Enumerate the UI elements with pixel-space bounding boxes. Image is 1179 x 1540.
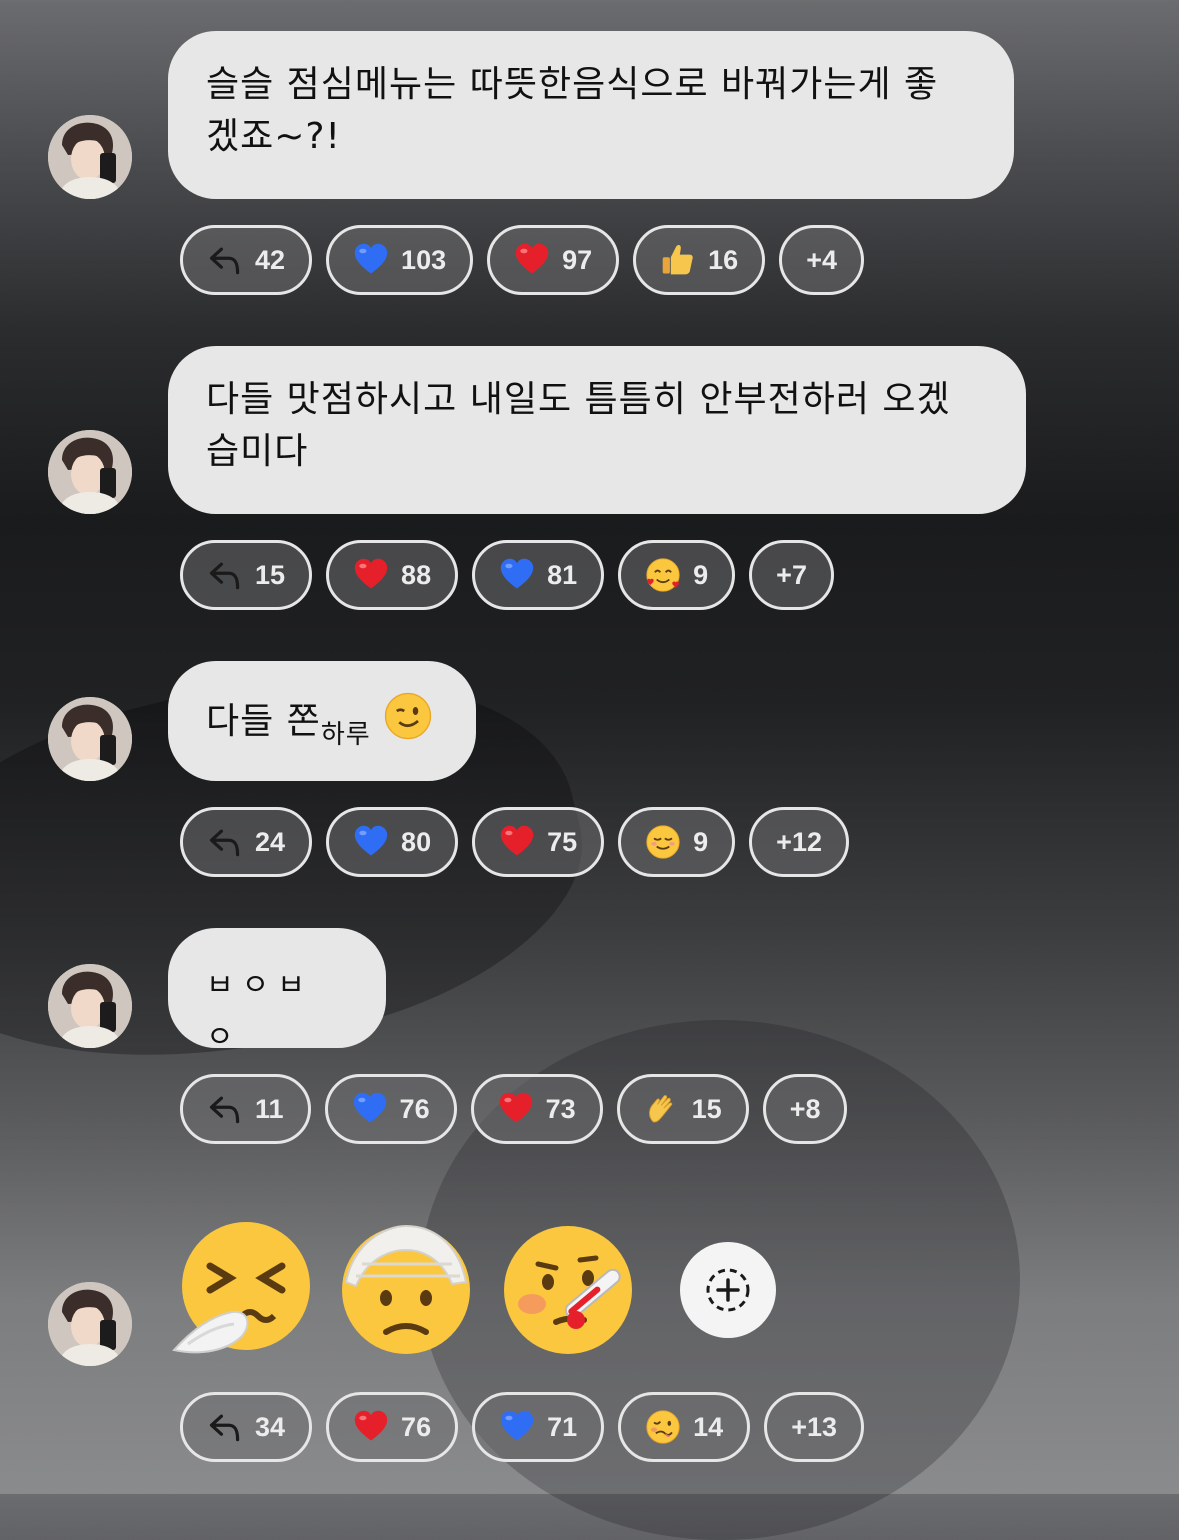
reaction-bar: 24 80 75 9 +12 bbox=[180, 807, 849, 877]
reply-arrow-icon bbox=[207, 557, 243, 593]
reply-arrow-icon bbox=[207, 1091, 243, 1127]
more-reactions-button[interactable]: +12 bbox=[749, 807, 849, 877]
reply-count: 34 bbox=[255, 1411, 286, 1442]
reply-button[interactable]: 42 bbox=[180, 225, 313, 295]
reply-button[interactable]: 24 bbox=[180, 807, 313, 877]
thermometer-face-icon[interactable] bbox=[500, 1220, 640, 1360]
head-bandage-face-icon[interactable] bbox=[336, 1220, 476, 1360]
woozy-face-icon bbox=[645, 1409, 681, 1445]
reaction-waving-hand[interactable]: 15 bbox=[616, 1074, 749, 1144]
more-reactions-button[interactable]: +7 bbox=[749, 540, 834, 610]
reply-button[interactable]: 15 bbox=[180, 540, 313, 610]
red-heart-icon bbox=[514, 242, 550, 278]
message-text: 다들 쫀 bbox=[206, 701, 321, 742]
more-reactions-button[interactable]: +13 bbox=[764, 1392, 864, 1462]
thumbs-up-icon bbox=[660, 242, 696, 278]
red-heart-icon bbox=[498, 1091, 534, 1127]
reaction-blue-heart[interactable]: 103 bbox=[326, 225, 474, 295]
message-text-line: 다들 맛점하시고 내일도 틈틈히 안부전하러 오겠 bbox=[206, 379, 951, 420]
reaction-blue-heart[interactable]: 71 bbox=[472, 1392, 605, 1462]
reaction-count: 73 bbox=[545, 1093, 576, 1124]
avatar[interactable] bbox=[48, 964, 132, 1048]
message-subscript-text: 하루 bbox=[320, 720, 371, 750]
reaction-bar: 42 103 97 16 +4 bbox=[180, 225, 864, 295]
reply-count: 42 bbox=[255, 244, 286, 275]
smiling-face-icon bbox=[645, 824, 681, 860]
reaction-bar: 11 76 73 15 +8 bbox=[180, 1074, 848, 1144]
reaction-count: 80 bbox=[401, 826, 432, 857]
reaction-count: 76 bbox=[401, 1411, 432, 1442]
reaction-red-heart[interactable]: 76 bbox=[326, 1392, 459, 1462]
reply-arrow-icon bbox=[207, 1409, 243, 1445]
more-reactions-button[interactable]: +8 bbox=[762, 1074, 848, 1144]
avatar[interactable] bbox=[48, 115, 132, 199]
message-text-line: 습미다 bbox=[206, 431, 309, 472]
avatar[interactable] bbox=[48, 1282, 132, 1366]
reaction-count: 14 bbox=[693, 1411, 724, 1442]
blue-heart-icon bbox=[352, 1091, 388, 1127]
message-text-line: 겠죠~?! bbox=[206, 116, 341, 157]
add-reaction-button[interactable] bbox=[680, 1242, 776, 1338]
reaction-count: 81 bbox=[547, 559, 578, 590]
reaction-count: 103 bbox=[401, 244, 447, 275]
reply-arrow-icon bbox=[207, 824, 243, 860]
message-bubble[interactable]: 다들 쫀하루 bbox=[168, 661, 476, 781]
reaction-woozy-face[interactable]: 14 bbox=[618, 1392, 751, 1462]
reaction-red-heart[interactable]: 73 bbox=[470, 1074, 603, 1144]
blue-heart-icon bbox=[499, 1409, 535, 1445]
reaction-count: 9 bbox=[693, 559, 709, 590]
reaction-count: 75 bbox=[547, 826, 578, 857]
more-reactions-count: +8 bbox=[789, 1093, 821, 1124]
winking-face-icon bbox=[383, 691, 433, 741]
message-text-line: 슬슬 점심메뉴는 따뜻한음식으로 바꿔가는게 좋 bbox=[206, 64, 939, 105]
reaction-count: 16 bbox=[708, 244, 739, 275]
message-bubble[interactable]: 다들 맛점하시고 내일도 틈틈히 안부전하러 오겠 습미다 bbox=[168, 346, 1026, 514]
more-reactions-count: +4 bbox=[806, 244, 837, 275]
reaction-red-heart[interactable]: 75 bbox=[472, 807, 605, 877]
message-text: ㅂㅇㅂㅇ bbox=[206, 968, 313, 1055]
red-heart-icon bbox=[499, 824, 535, 860]
reply-arrow-icon bbox=[207, 242, 243, 278]
reply-count: 15 bbox=[255, 559, 286, 590]
reply-count: 11 bbox=[255, 1093, 284, 1124]
reaction-bar: 15 88 81 9 +7 bbox=[180, 540, 834, 610]
blue-heart-icon bbox=[353, 242, 389, 278]
reaction-red-heart[interactable]: 88 bbox=[326, 540, 459, 610]
reply-button[interactable]: 11 bbox=[180, 1074, 311, 1144]
reaction-count: 88 bbox=[401, 559, 432, 590]
emoji-message bbox=[172, 1220, 776, 1360]
reaction-blue-heart[interactable]: 80 bbox=[326, 807, 459, 877]
more-reactions-count: +13 bbox=[791, 1411, 837, 1442]
reaction-blue-heart[interactable]: 81 bbox=[472, 540, 605, 610]
reaction-red-heart[interactable]: 97 bbox=[487, 225, 620, 295]
red-heart-icon bbox=[353, 557, 389, 593]
reply-button[interactable]: 34 bbox=[180, 1392, 313, 1462]
reaction-count: 71 bbox=[547, 1411, 578, 1442]
reply-count: 24 bbox=[255, 826, 286, 857]
reaction-blue-heart[interactable]: 76 bbox=[324, 1074, 457, 1144]
avatar[interactable] bbox=[48, 697, 132, 781]
reaction-smiling-face-hearts[interactable]: 9 bbox=[618, 540, 736, 610]
reaction-thumbs-up[interactable]: 16 bbox=[633, 225, 766, 295]
reaction-count: 76 bbox=[399, 1093, 430, 1124]
more-reactions-count: +7 bbox=[776, 559, 807, 590]
add-emoji-icon bbox=[706, 1268, 750, 1312]
message-bubble[interactable]: 슬슬 점심메뉴는 따뜻한음식으로 바꿔가는게 좋 겠죠~?! bbox=[168, 31, 1014, 199]
reaction-count: 15 bbox=[691, 1093, 722, 1124]
reaction-count: 9 bbox=[693, 826, 709, 857]
reaction-smiling-face[interactable]: 9 bbox=[618, 807, 736, 877]
more-reactions-button[interactable]: +4 bbox=[779, 225, 864, 295]
sneezing-face-icon[interactable] bbox=[172, 1220, 312, 1360]
avatar[interactable] bbox=[48, 430, 132, 514]
smiling-face-hearts-icon bbox=[645, 557, 681, 593]
blue-heart-icon bbox=[353, 824, 389, 860]
message-bubble[interactable]: ㅂㅇㅂㅇ bbox=[168, 928, 386, 1055]
more-reactions-count: +12 bbox=[776, 826, 822, 857]
waving-hand-icon bbox=[644, 1091, 680, 1127]
red-heart-icon bbox=[353, 1409, 389, 1445]
blue-heart-icon bbox=[499, 557, 535, 593]
reaction-bar: 34 76 71 14 +13 bbox=[180, 1392, 864, 1462]
reaction-count: 97 bbox=[562, 244, 593, 275]
